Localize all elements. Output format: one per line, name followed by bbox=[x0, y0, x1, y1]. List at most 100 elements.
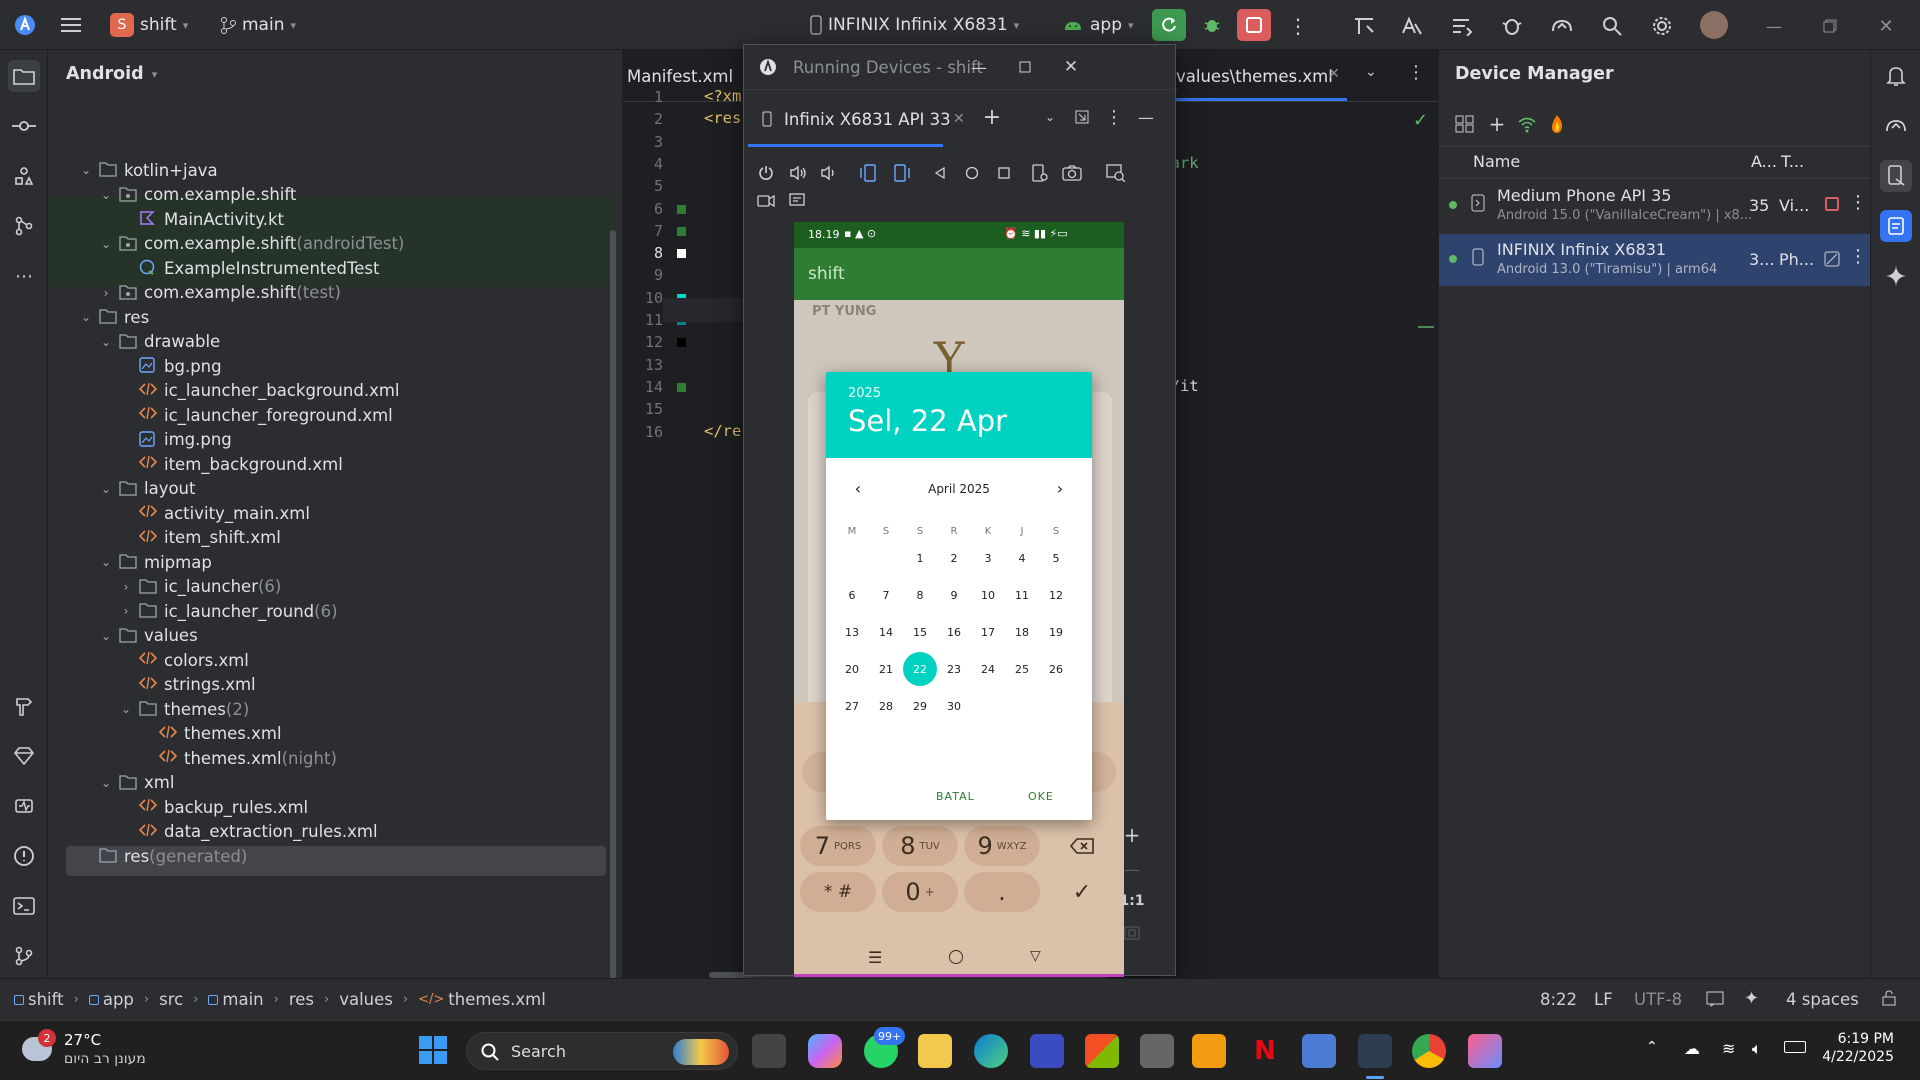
more-actions-icon[interactable]: ⋮ bbox=[1284, 12, 1312, 40]
minimize-window-icon[interactable]: — bbox=[1760, 12, 1788, 40]
stop-button[interactable] bbox=[1237, 9, 1271, 41]
device-explorer-icon[interactable] bbox=[1880, 210, 1912, 242]
user-avatar[interactable] bbox=[1700, 11, 1728, 39]
key-8[interactable]: 8 TUV bbox=[882, 826, 958, 866]
tab-manifest[interactable]: Manifest.xml bbox=[627, 67, 733, 86]
rerun-button[interactable] bbox=[1152, 9, 1186, 41]
vpn-app-icon[interactable] bbox=[1302, 1034, 1336, 1068]
ai-sparkle-icon[interactable]: ✦ bbox=[1744, 988, 1759, 1009]
calendar-day[interactable]: 27 bbox=[835, 689, 869, 723]
rotate-right-icon[interactable] bbox=[890, 161, 914, 185]
close-tab-icon[interactable]: ✕ bbox=[1328, 66, 1340, 82]
sublime-text-icon[interactable] bbox=[1192, 1034, 1226, 1068]
calendar-day[interactable]: 12 bbox=[1039, 578, 1073, 612]
android-studio-task-icon[interactable] bbox=[1358, 1034, 1392, 1068]
chevron-down-icon[interactable]: ⌄ bbox=[96, 188, 116, 202]
run-config-selector[interactable]: app ▾ bbox=[1056, 9, 1140, 41]
screenshot-camera-icon[interactable] bbox=[1060, 161, 1084, 185]
device-screen[interactable]: 18.19 ▪ ▲ ⊙ ⏰ ≋ ▮▮ ⚡▭ shift PT YUNG Y 7P… bbox=[794, 222, 1124, 977]
volume-down-icon[interactable] bbox=[816, 161, 840, 185]
show-hidden-icons-chevron[interactable]: ⌃ bbox=[1646, 1039, 1658, 1055]
chevron-right-icon[interactable]: › bbox=[96, 286, 116, 300]
more-options-icon[interactable]: ⋮ bbox=[1104, 105, 1124, 129]
main-menu-icon[interactable] bbox=[58, 12, 84, 38]
clock[interactable]: 6:19 PM 4/22/2025 bbox=[1816, 1031, 1894, 1065]
windows-start-icon[interactable] bbox=[418, 1035, 448, 1065]
chevron-down-icon[interactable]: ⌄ bbox=[96, 482, 116, 496]
calendar-day[interactable]: 26 bbox=[1039, 652, 1073, 686]
calendar-day[interactable]: 6 bbox=[835, 578, 869, 612]
color-swatch[interactable] bbox=[677, 204, 686, 214]
calendar-day[interactable]: 14 bbox=[869, 615, 903, 649]
indent-setting[interactable]: 4 spaces bbox=[1786, 990, 1859, 1009]
tab-list-chevron-icon[interactable]: ⌄ bbox=[1365, 64, 1377, 80]
add-device-tab-icon[interactable]: + bbox=[980, 105, 1004, 130]
calendar-day[interactable]: 17 bbox=[971, 615, 1005, 649]
app-quality-insights-icon[interactable] bbox=[8, 790, 40, 822]
code-line[interactable]: </re bbox=[704, 422, 741, 440]
calendar-day[interactable]: 29 bbox=[903, 689, 937, 723]
calendar-day[interactable]: 3 bbox=[971, 541, 1005, 575]
calendar-day[interactable]: 5 bbox=[1039, 541, 1073, 575]
restore-window-icon[interactable] bbox=[1816, 12, 1844, 40]
commit-tool-icon[interactable] bbox=[8, 110, 40, 142]
speaker-icon[interactable]: 🔈︎ bbox=[1752, 1039, 1762, 1059]
task-view-icon[interactable] bbox=[752, 1034, 786, 1068]
device-mirror-icon[interactable] bbox=[1548, 12, 1576, 40]
calendar-day[interactable]: 23 bbox=[937, 652, 971, 686]
structure-tool-icon[interactable] bbox=[8, 210, 40, 242]
calendar-day[interactable]: 8 bbox=[903, 578, 937, 612]
float-window-icon[interactable] bbox=[1072, 107, 1092, 127]
device-row-infinix[interactable]: INFINIX Infinix X6831 Android 13.0 ("Tir… bbox=[1439, 234, 1871, 286]
device-row-medium-phone[interactable]: Medium Phone API 35 Android 15.0 ("Vanil… bbox=[1439, 180, 1871, 232]
selected-date[interactable]: Sel, 22 Apr bbox=[848, 404, 1007, 438]
breadcrumb-item[interactable]: main bbox=[208, 990, 264, 1009]
key-7[interactable]: 7 PQRS bbox=[800, 826, 876, 866]
device-more-icon[interactable]: ⋮ bbox=[1849, 246, 1867, 267]
calendar-day[interactable]: 15 bbox=[903, 615, 937, 649]
wifi-icon[interactable]: ≋ bbox=[1722, 1039, 1735, 1058]
weather-widget[interactable]: 2 27°C מעונן רב היום bbox=[16, 1029, 216, 1071]
column-api[interactable]: A... bbox=[1751, 152, 1777, 171]
build-hammer-icon[interactable] bbox=[8, 690, 40, 722]
file-explorer-icon[interactable] bbox=[918, 1034, 952, 1068]
volume-up-icon[interactable] bbox=[786, 161, 810, 185]
tab-list-chevron-icon[interactable]: ⌄ bbox=[1040, 107, 1060, 127]
chevron-down-icon[interactable]: ⌄ bbox=[96, 629, 116, 643]
sync-gradle-icon[interactable] bbox=[1448, 12, 1476, 40]
color-swatch[interactable] bbox=[677, 382, 686, 392]
line-separator[interactable]: LF bbox=[1594, 990, 1613, 1009]
chevron-down-icon[interactable]: ⌄ bbox=[96, 335, 116, 349]
maximize-window-icon[interactable] bbox=[1010, 53, 1040, 81]
close-window-icon[interactable]: ✕ bbox=[1056, 53, 1086, 81]
chrome-icon[interactable] bbox=[1412, 1034, 1446, 1068]
minimize-window-icon[interactable]: — bbox=[964, 53, 994, 81]
close-window-icon[interactable]: ✕ bbox=[1872, 12, 1900, 40]
translate-icon[interactable] bbox=[1398, 12, 1426, 40]
tree-item[interactable]: res (generated) bbox=[48, 841, 608, 871]
device-tab[interactable]: Infinix X6831 API 33 bbox=[784, 110, 951, 129]
key-dot[interactable]: . bbox=[964, 872, 1040, 912]
edge-browser-icon[interactable] bbox=[974, 1034, 1008, 1068]
calendar-day[interactable]: 30 bbox=[937, 689, 971, 723]
project-selector[interactable]: S shift ▾ bbox=[104, 9, 194, 41]
power-button-icon[interactable] bbox=[754, 161, 778, 185]
chevron-down-icon[interactable]: ⌄ bbox=[96, 776, 116, 790]
visual-studio-icon[interactable] bbox=[1030, 1034, 1064, 1068]
gemini-sparkle-icon[interactable] bbox=[1880, 260, 1912, 292]
battery-icon[interactable] bbox=[1784, 1041, 1806, 1053]
calendar-day[interactable]: 25 bbox=[1005, 652, 1039, 686]
add-device-icon[interactable]: + bbox=[1485, 112, 1509, 136]
search-icon[interactable] bbox=[1598, 12, 1626, 40]
device-manager-tool-icon[interactable] bbox=[1880, 160, 1912, 192]
gemini-diamond-icon[interactable] bbox=[8, 740, 40, 772]
device-more-icon[interactable]: ⋮ bbox=[1849, 192, 1867, 213]
overview-icon[interactable] bbox=[992, 161, 1016, 185]
next-month-icon[interactable]: › bbox=[1052, 479, 1068, 498]
chevron-down-icon[interactable]: ⌄ bbox=[76, 163, 96, 177]
microsoft-store-icon[interactable] bbox=[1085, 1034, 1119, 1068]
unlock-file-icon[interactable] bbox=[1882, 990, 1896, 1006]
color-swatch[interactable] bbox=[677, 226, 686, 236]
calendar-day[interactable]: 22 bbox=[903, 652, 937, 686]
breadcrumb-item[interactable]: src bbox=[159, 990, 183, 1009]
